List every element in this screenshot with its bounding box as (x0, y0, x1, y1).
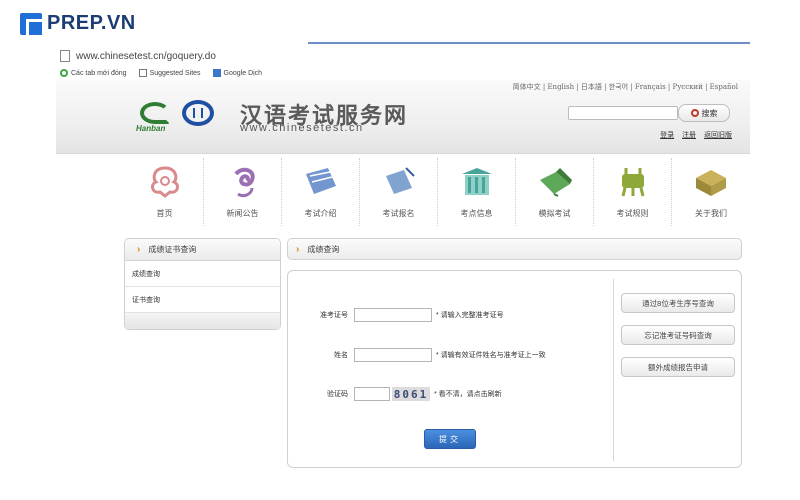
query-by-serial-button[interactable]: 通过8位考生序号查询 (621, 293, 735, 313)
nav-about-us[interactable]: 关于我们 (672, 158, 750, 226)
nav-label: 首页 (156, 209, 173, 218)
prep-brand-text: PREP.VN (47, 12, 136, 34)
query-panel: 准考证号 * 请输入完整准考证号 姓名 * 请输有效证件姓名与准考证上一致 验证… (287, 270, 742, 468)
site-header: Hanban 汉语考试服务网 www.chinesetest.cn 简体中文 |… (56, 80, 750, 154)
hanban-logo[interactable]: Hanban (134, 98, 178, 134)
forgot-exam-id-button[interactable]: 忘记准考证号码查询 (621, 325, 735, 345)
prep-watermark: PREP.VN (20, 12, 136, 35)
nav-label: 考试规则 (616, 209, 649, 218)
sidebar-footer (125, 313, 280, 329)
exam-id-row: 准考证号 * 请输入完整准考证号 (288, 307, 608, 323)
news-swirl-icon (233, 167, 255, 198)
sidebar-item-score-query[interactable]: 成绩查询 (125, 261, 280, 287)
exam-id-input[interactable] (354, 308, 432, 322)
nav-label: 考点信息 (460, 209, 493, 218)
nav-label: 新闻公告 (226, 209, 259, 218)
nav-home[interactable]: 首页 (126, 158, 204, 226)
hanban-swirl-icon (140, 102, 170, 124)
login-link[interactable]: 登录 (660, 132, 674, 139)
address-bar[interactable]: www.chinesetest.cn/goquery.do (60, 48, 750, 64)
bookmark-label: Google Dịch (223, 69, 263, 77)
name-label: 姓名 (334, 352, 348, 359)
breadcrumb-label: 成绩查询 (307, 244, 340, 254)
page-icon (60, 50, 70, 62)
captcha-label: 验证码 (327, 391, 348, 398)
ding-vessel-icon (621, 168, 644, 197)
nav-mock-exam[interactable]: 模拟考试 (516, 158, 594, 226)
bookmark-suggested-sites[interactable]: Suggested Sites (138, 69, 201, 77)
name-input[interactable] (354, 348, 432, 362)
address-url[interactable]: www.chinesetest.cn/goquery.do (76, 51, 216, 62)
tab-strip-line (308, 42, 750, 44)
chevron-right-icon: › (296, 243, 300, 255)
name-hint: * 请输有效证件姓名与准考证上一致 (436, 352, 546, 359)
book-icon (539, 168, 572, 197)
nav-label: 考试介绍 (304, 209, 337, 218)
nav-label: 考试报名 (382, 209, 415, 218)
nav-test-centers[interactable]: 考点信息 (438, 158, 516, 226)
nav-exam-rules[interactable]: 考试规则 (594, 158, 672, 226)
prep-logo-icon (20, 12, 42, 35)
captcha-input[interactable] (354, 387, 390, 401)
bookmark-recent-tabs[interactable]: Các tab mới đóng (60, 69, 127, 77)
nav-registration[interactable]: 考试报名 (360, 158, 438, 226)
page-icon (138, 69, 147, 77)
panel-divider (613, 279, 614, 461)
site-url: www.chinesetest.cn (240, 122, 364, 134)
captcha-image[interactable]: 8061 (392, 387, 430, 401)
search-button-label: 搜索 (701, 108, 718, 118)
sidebar-header: › 成绩证书查询 (125, 239, 280, 261)
confucius-institute-logo (182, 100, 214, 126)
exam-id-label: 准考证号 (320, 312, 348, 319)
main-nav: 首页 新闻公告 考试介绍 考试报名 考点信息 模拟考试 考试规则 关于我们 (126, 158, 751, 226)
auth-links: 登录 注册 返回旧版 (654, 130, 732, 140)
building-icon (461, 168, 492, 195)
bookmark-label: Các tab mới đóng (71, 69, 127, 77)
chevron-right-icon: › (137, 244, 141, 255)
search-icon (690, 109, 699, 117)
submit-button[interactable]: 提交 (424, 429, 476, 449)
home-knot-icon (150, 166, 179, 198)
box-icon (696, 170, 726, 196)
exam-id-hint: * 请输入完整准考证号 (436, 312, 504, 319)
search-button[interactable]: 搜索 (678, 104, 730, 122)
breadcrumb: › 成绩查询 (287, 238, 742, 260)
captcha-row: 验证码 8061 * 看不清，请点击刷新 (288, 386, 608, 402)
nav-news[interactable]: 新闻公告 (204, 158, 282, 226)
nav-label: 关于我们 (695, 209, 727, 218)
nav-exam-intro[interactable]: 考试介绍 (282, 158, 360, 226)
language-switcher[interactable]: 简体中文 | English | 日本語 | 한국어 | Français | … (513, 82, 738, 92)
search-input[interactable] (568, 106, 678, 120)
sidebar-title: 成绩证书查询 (148, 245, 197, 254)
translate-icon (212, 69, 221, 77)
page: PREP.VN www.chinesetest.cn/goquery.do Cá… (0, 0, 800, 500)
favorites-bar: Các tab mới đóng Suggested Sites Google … (60, 66, 750, 80)
scroll-icon (305, 168, 336, 194)
bookmark-google-translate[interactable]: Google Dịch (212, 69, 263, 77)
sidebar: › 成绩证书查询 成绩查询 证书查询 (124, 238, 281, 330)
sidebar-item-certificate-query[interactable]: 证书查询 (125, 287, 280, 313)
recent-tabs-icon (60, 69, 68, 77)
hanban-logo-text: Hanban (136, 124, 166, 133)
name-row: 姓名 * 请输有效证件姓名与准考证上一致 (288, 347, 608, 363)
extra-report-button[interactable]: 额外成绩报告申请 (621, 357, 735, 377)
bookmark-label: Suggested Sites (149, 69, 201, 77)
register-scroll-icon (385, 167, 415, 194)
nav-label: 模拟考试 (538, 209, 571, 218)
captcha-hint: * 看不清，请点击刷新 (434, 391, 502, 398)
register-link[interactable]: 注册 (682, 132, 696, 139)
old-version-link[interactable]: 返回旧版 (704, 132, 732, 139)
